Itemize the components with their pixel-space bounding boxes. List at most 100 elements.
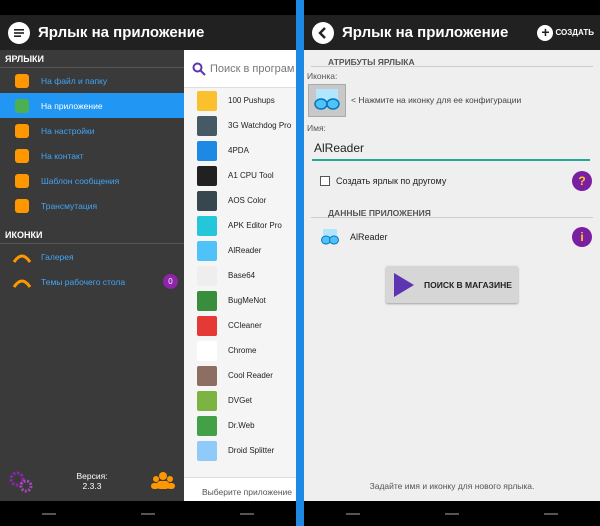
- help-icon[interactable]: ?: [572, 171, 592, 191]
- app-list-item[interactable]: Chrome: [184, 338, 296, 363]
- icon-field-label: Иконка:: [307, 71, 338, 81]
- version-info: Версия: 2.3.3: [76, 471, 107, 491]
- app-icon: [197, 315, 217, 336]
- drawer-item-label: На файл и папку: [41, 75, 108, 86]
- navigation-drawer: ЯРЛЫКИ На файл и папку На приложение На на…: [0, 50, 184, 501]
- shortcut-icon-picker[interactable]: [308, 83, 346, 117]
- menu-toggle-icon[interactable]: [8, 21, 30, 44]
- app-icon: [197, 340, 217, 361]
- screen-divider: [296, 0, 304, 526]
- drawer-item-transmutation[interactable]: Трансмутация: [0, 193, 184, 218]
- app-icon: [11, 95, 33, 117]
- app-list-item[interactable]: 100 Pushups: [184, 88, 296, 113]
- settings-gears-icon[interactable]: [8, 468, 34, 494]
- icon-hint: < Нажмите на иконку для ее конфигурации: [351, 95, 522, 105]
- app-list: 100 Pushups 3G Watchdog Pro 4PDA A1 CPU Too…: [184, 88, 296, 463]
- app-info-icon[interactable]: i: [572, 227, 592, 247]
- app-list-item-name: AlReader: [228, 246, 262, 255]
- app-list-item[interactable]: BugMeNot: [184, 288, 296, 313]
- app-icon: [197, 115, 217, 136]
- search-in-store-button[interactable]: ПОИСК В МАГАЗИНЕ: [386, 266, 518, 303]
- app-list-item[interactable]: Droid Splitter: [184, 438, 296, 463]
- icons-list: Галерея Темы рабочего стола 0: [0, 244, 184, 294]
- app-list-item[interactable]: DVGet: [184, 388, 296, 413]
- app-list-footer: Выберите приложение: [184, 477, 296, 501]
- alreader-app-icon: [321, 229, 339, 245]
- app-list-item[interactable]: Dr.Web: [184, 413, 296, 438]
- drawer-item-label: Трансмутация: [41, 200, 98, 211]
- community-icon[interactable]: [150, 468, 176, 494]
- search-placeholder: Поиск в програм: [210, 62, 295, 75]
- app-data-section-header: ДАННЫЕ ПРИЛОЖЕНИЯ: [311, 201, 593, 218]
- drawer-item-contact[interactable]: На контакт: [0, 143, 184, 168]
- shortcuts-section-header: ЯРЛЫКИ: [0, 50, 184, 68]
- app-icon: [197, 240, 217, 261]
- create-label: СОЗДАТЬ: [555, 28, 594, 37]
- app-bar: Ярлык на приложение: [0, 15, 296, 50]
- app-icon: [197, 440, 217, 461]
- app-icon: [197, 190, 217, 211]
- alternate-shortcut-checkbox[interactable]: [320, 176, 330, 186]
- app-list-item[interactable]: CCleaner: [184, 313, 296, 338]
- app-list-item-name: A1 CPU Tool: [228, 171, 274, 180]
- version-value: 2.3.3: [82, 481, 102, 491]
- search-icon: [192, 62, 206, 76]
- gallery-icon: [11, 246, 33, 268]
- drawer-item-gallery[interactable]: Галерея: [0, 244, 184, 269]
- drawer-item-settings[interactable]: На настройки: [0, 118, 184, 143]
- app-list-item-name: Dr.Web: [228, 421, 255, 430]
- transmutation-icon: [11, 195, 33, 217]
- bottom-hint: Задайте имя и иконку для нового ярлыка.: [369, 481, 535, 491]
- app-list-item-name: Base64: [228, 271, 256, 280]
- app-list-item-name: Droid Splitter: [228, 446, 275, 455]
- drawer-item-app[interactable]: На приложение: [0, 93, 184, 118]
- attributes-section-header: АТРИБУТЫ ЯРЛЫКА: [311, 50, 593, 67]
- drawer-item-label: Галерея: [41, 251, 74, 262]
- app-list-item[interactable]: APK Editor Pro: [184, 213, 296, 238]
- app-list-item[interactable]: Base64: [184, 263, 296, 288]
- shortcuts-list: На файл и папку На приложение На настройки…: [0, 68, 184, 218]
- app-icon: [197, 415, 217, 436]
- play-store-icon: [394, 272, 414, 297]
- drawer-item-themes[interactable]: Темы рабочего стола 0: [0, 269, 184, 294]
- status-bar: [0, 0, 296, 15]
- app-icon: [197, 390, 217, 411]
- app-list-item[interactable]: A1 CPU Tool: [184, 163, 296, 188]
- app-list-item[interactable]: AOS Color: [184, 188, 296, 213]
- message-icon: [11, 170, 33, 192]
- contact-icon: [11, 145, 33, 167]
- back-arrow-icon[interactable]: [312, 21, 334, 44]
- app-list-item-name: DVGet: [228, 396, 253, 405]
- app-list-item[interactable]: Cool Reader: [184, 363, 296, 388]
- shortcut-form: АТРИБУТЫ ЯРЛЫКА Иконка: < Нажмите на ико…: [304, 50, 600, 501]
- right-screen: Ярлык на приложение + СОЗДАТЬ АТРИБУТЫ Я…: [304, 0, 600, 526]
- drawer-item-message[interactable]: Шаблон сообщения: [0, 168, 184, 193]
- app-list-item[interactable]: 4PDA: [184, 138, 296, 163]
- file-folder-icon: [11, 70, 33, 92]
- icon-row: < Нажмите на иконку для ее конфигурации: [308, 81, 600, 119]
- app-info-row: AlReader i: [304, 222, 600, 252]
- app-list-item-name: BugMeNot: [228, 296, 266, 305]
- app-list-item-name: 100 Pushups: [228, 96, 275, 105]
- drawer-item-file-folder[interactable]: На файл и папку: [0, 68, 184, 93]
- app-search-input[interactable]: Поиск в програм: [184, 50, 296, 88]
- create-button[interactable]: + СОЗДАТЬ: [537, 24, 594, 41]
- drawer-item-label: На настройки: [41, 125, 95, 136]
- left-screen: Ярлык на приложение ЯРЛЫКИ На файл и пап…: [0, 0, 296, 526]
- drawer-item-label: Шаблон сообщения: [41, 175, 120, 186]
- status-bar: [304, 0, 600, 15]
- app-list-item[interactable]: AlReader: [184, 238, 296, 263]
- app-icon: [197, 165, 217, 186]
- name-field-label: Имя:: [307, 123, 326, 133]
- system-nav-bar: [0, 501, 296, 526]
- app-list-item[interactable]: 3G Watchdog Pro: [184, 113, 296, 138]
- shortcut-name-input[interactable]: [312, 137, 590, 161]
- icons-section-header: ИКОНКИ: [0, 226, 184, 244]
- app-bar: Ярлык на приложение + СОЗДАТЬ: [304, 15, 600, 50]
- app-list-item-name: APK Editor Pro: [228, 221, 282, 230]
- app-list-item-name: AOS Color: [228, 196, 267, 205]
- alternate-shortcut-label[interactable]: Создать ярлык по другому: [336, 176, 446, 186]
- app-list-item-name: 3G Watchdog Pro: [228, 121, 292, 130]
- settings-icon: [11, 120, 33, 142]
- plus-icon: +: [537, 24, 554, 41]
